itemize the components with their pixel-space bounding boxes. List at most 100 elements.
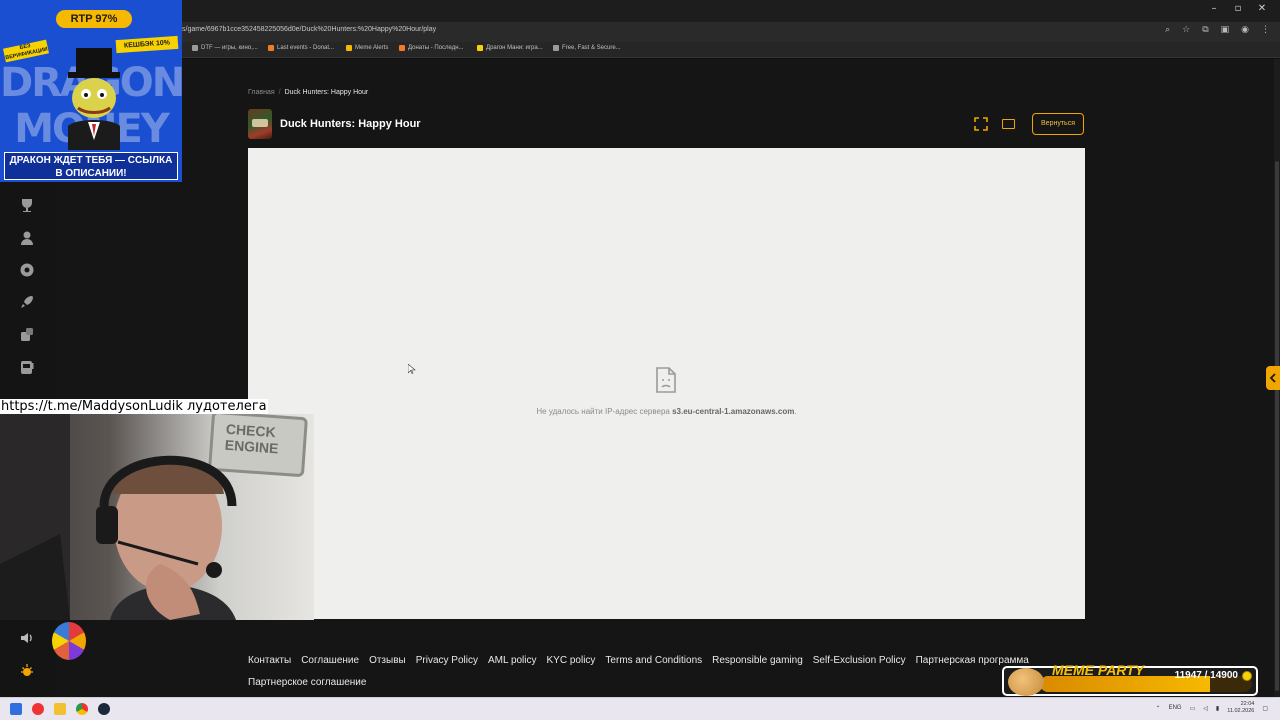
- bookmark-favicon-icon: [268, 45, 274, 51]
- coin-icon: [1242, 671, 1252, 681]
- address-bar-icons: ⌕ ☆ ⧉ ▣ ◉ ⋮: [1165, 25, 1270, 35]
- promo-cashback-badge: КЕШБЭК 10%: [115, 35, 179, 54]
- footer-link-agreement[interactable]: Соглашение: [301, 655, 359, 666]
- fortune-wheel-widget: [52, 622, 86, 660]
- file-explorer-icon[interactable]: [54, 703, 66, 715]
- breadcrumb-separator: /: [278, 89, 281, 96]
- start-menu-icon[interactable]: [10, 703, 22, 715]
- meme-party-goal-widget: MEME PARTY 11947 / 14900: [1002, 662, 1258, 696]
- bookmark-free-fast[interactable]: Free, Fast & Secure...: [553, 45, 621, 51]
- webcam-overlay: CHECK ENGINE: [0, 414, 314, 620]
- footer-link-aml[interactable]: AML policy: [488, 655, 537, 666]
- battery-icon[interactable]: ▮: [1216, 705, 1219, 712]
- yandex-browser-icon[interactable]: [32, 703, 44, 715]
- speaker-icon[interactable]: ◁: [1203, 705, 1208, 712]
- game-thumbnail-logo: [252, 119, 268, 127]
- promo-rtp-badge: RTP 97%: [56, 10, 132, 28]
- fullscreen-icon[interactable]: [974, 117, 988, 131]
- side-panel-toggle[interactable]: [1266, 366, 1280, 390]
- footer-link-privacy[interactable]: Privacy Policy: [416, 655, 478, 666]
- footer: Контакты Соглашение Отзывы Privacy Polic…: [248, 655, 1038, 688]
- bookmark-donationalerts[interactable]: Last events - Donat...: [268, 45, 334, 51]
- footer-link-self-exclusion[interactable]: Self-Exclusion Policy: [813, 655, 906, 666]
- clock[interactable]: 22:04 11.02.2026: [1227, 701, 1254, 715]
- promo-no-verification-badge: БЕЗ ВЕРИФИКАЦИИ: [3, 39, 49, 63]
- volume-icon[interactable]: [18, 629, 36, 647]
- footer-link-responsible[interactable]: Responsible gaming: [712, 655, 803, 666]
- chevron-left-icon: [1269, 373, 1276, 383]
- dice-icon[interactable]: [18, 326, 36, 344]
- promo-cta: ДРАКОН ЖДЕТ ТЕБЯ — ССЫЛКА В ОПИСАНИИ!: [4, 152, 178, 180]
- clock-time: 22:04: [1240, 701, 1255, 707]
- mouse-cursor-icon: [408, 364, 416, 374]
- page-title: Duck Hunters: Happy Hour: [280, 118, 421, 130]
- footer-links: Контакты Соглашение Отзывы Privacy Polic…: [248, 655, 1038, 666]
- bookmark-star-icon[interactable]: ☆: [1182, 25, 1190, 35]
- keyboard-language[interactable]: ENG: [1169, 705, 1182, 711]
- rocket-icon[interactable]: [18, 293, 36, 311]
- back-button[interactable]: Вернуться: [1032, 113, 1084, 135]
- bookmark-donaty[interactable]: Донаты - Последн...: [399, 45, 464, 51]
- footer-link-terms[interactable]: Terms and Conditions: [605, 655, 702, 666]
- maximize-button[interactable]: ▫: [1226, 3, 1250, 14]
- bookmark-label: DTF — игры, кино,...: [201, 45, 258, 51]
- extensions-icon[interactable]: ⧉: [1202, 25, 1208, 35]
- bookmark-favicon-icon: [477, 45, 483, 51]
- browser-titlebar: – ▫ ✕: [0, 0, 1280, 22]
- goal-count: 11947 / 14900: [1174, 670, 1238, 681]
- system-tray: ⌃ ENG ▭ ◁ ▮ 22:04 11.02.2026 ▢: [1156, 701, 1268, 715]
- telegram-link-overlay: https://t.me/MaddysonLudik лудотелега: [0, 399, 268, 415]
- profile-icon[interactable]: ◉: [1241, 25, 1249, 35]
- user-icon[interactable]: [18, 229, 36, 247]
- url-text[interactable]: s/game/6967b1cce352458225056d0e/Duck%20H…: [182, 26, 436, 33]
- close-button[interactable]: ✕: [1250, 3, 1274, 14]
- scrollbar-thumb[interactable]: [1275, 161, 1279, 691]
- taskbar: ⌃ ENG ▭ ◁ ▮ 22:04 11.02.2026 ▢: [0, 697, 1280, 720]
- bookmark-label: Донаты - Последн...: [408, 45, 464, 51]
- dragon-mascot-icon: [68, 48, 120, 150]
- steam-icon[interactable]: [98, 703, 110, 715]
- goal-title: MEME PARTY: [1052, 662, 1145, 678]
- broken-page-icon: [656, 367, 676, 393]
- footer-link-affiliate[interactable]: Партнерская программа: [916, 655, 1029, 666]
- game-iframe[interactable]: Не удалось найти IP-адрес сервера s3.eu-…: [248, 148, 1085, 619]
- menu-icon[interactable]: ⋮: [1261, 25, 1270, 35]
- bookmark-meme-alerts[interactable]: Meme Alerts: [346, 45, 388, 51]
- sidepanel-icon[interactable]: ▣: [1221, 25, 1230, 35]
- footer-link-reviews[interactable]: Отзывы: [369, 655, 406, 666]
- chrome-icon[interactable]: [76, 703, 88, 715]
- bookmark-favicon-icon: [346, 45, 352, 51]
- doge-icon: [1008, 668, 1044, 696]
- bookmark-dtf[interactable]: DTF — игры, кино,...: [192, 45, 258, 51]
- footer-link-partner-agreement[interactable]: Партнерское соглашение: [248, 677, 366, 688]
- footer-link-kyc[interactable]: KYC policy: [547, 655, 596, 666]
- promo-banner: DRAGON MONEY RTP 97% БЕЗ ВЕРИФИКАЦИИ КЕШ…: [0, 0, 182, 182]
- bookmark-favicon-icon: [192, 45, 198, 51]
- trophy-icon[interactable]: [18, 196, 36, 214]
- clock-date: 11.02.2026: [1227, 708, 1255, 714]
- bookmark-label: Meme Alerts: [355, 45, 389, 51]
- game-thumbnail: [248, 109, 272, 139]
- breadcrumb-current: Duck Hunters: Happy Hour: [284, 89, 369, 96]
- theater-mode-button[interactable]: [1002, 119, 1015, 129]
- notifications-icon[interactable]: ▢: [1262, 705, 1268, 712]
- error-message-prefix: Не удалось найти IP-адрес сервера: [536, 407, 673, 416]
- breadcrumb-home-link[interactable]: Главная: [248, 89, 275, 96]
- footer-link-contacts[interactable]: Контакты: [248, 655, 291, 666]
- zoom-icon[interactable]: ⌕: [1165, 25, 1170, 35]
- window-controls: – ▫ ✕: [1202, 3, 1274, 14]
- address-bar[interactable]: s/game/6967b1cce352458225056d0e/Duck%20H…: [0, 22, 1280, 42]
- network-icon[interactable]: ▭: [1190, 705, 1196, 712]
- casino-chip-icon[interactable]: [18, 261, 36, 279]
- minimize-button[interactable]: –: [1202, 3, 1226, 14]
- tray-chevron-up-icon[interactable]: ⌃: [1156, 705, 1161, 712]
- breadcrumb: Главная / Duck Hunters: Happy Hour: [248, 89, 368, 96]
- bookmark-label: Last events - Donat...: [277, 45, 335, 51]
- sun-icon[interactable]: [18, 662, 36, 680]
- slot-machine-icon[interactable]: [18, 358, 36, 376]
- error-message: Не удалось найти IP-адрес сервера s3.eu-…: [248, 407, 1085, 416]
- error-message-suffix: .: [794, 407, 797, 416]
- streamer-webcam-image: [0, 414, 237, 620]
- bookmark-dragon-money[interactable]: Драгон Мани: игра...: [477, 45, 543, 51]
- bookmark-label: Драгон Мани: игра...: [486, 45, 543, 51]
